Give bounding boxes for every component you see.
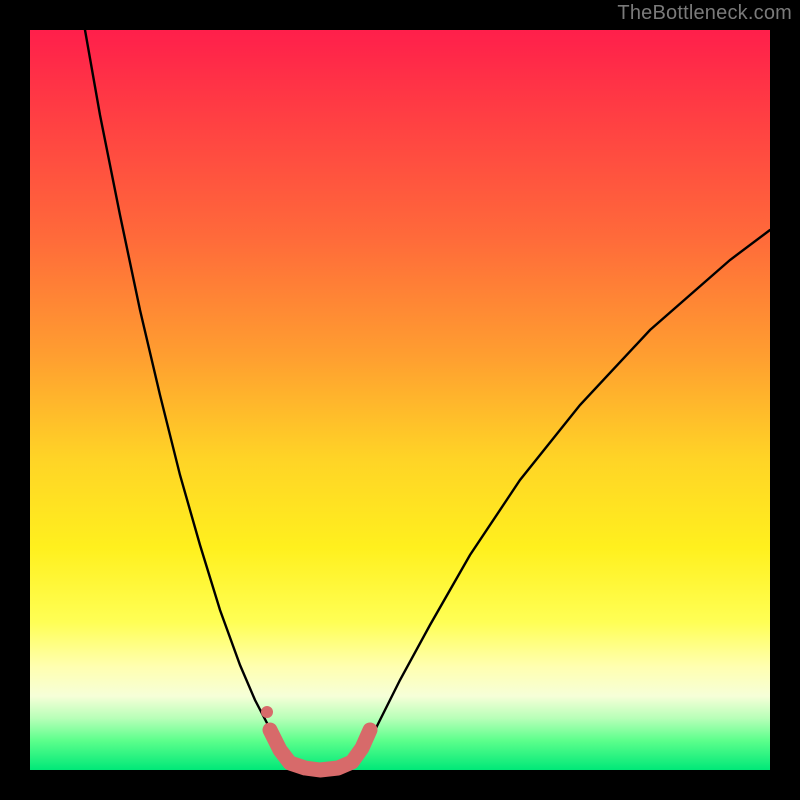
plot-area	[30, 30, 770, 770]
chart-frame: TheBottleneck.com	[0, 0, 800, 800]
accent-dot	[261, 706, 273, 718]
watermark-text: TheBottleneck.com	[617, 2, 792, 25]
curve-svg	[30, 30, 770, 770]
valley-accent	[270, 730, 370, 770]
bottleneck-curve	[85, 30, 770, 770]
